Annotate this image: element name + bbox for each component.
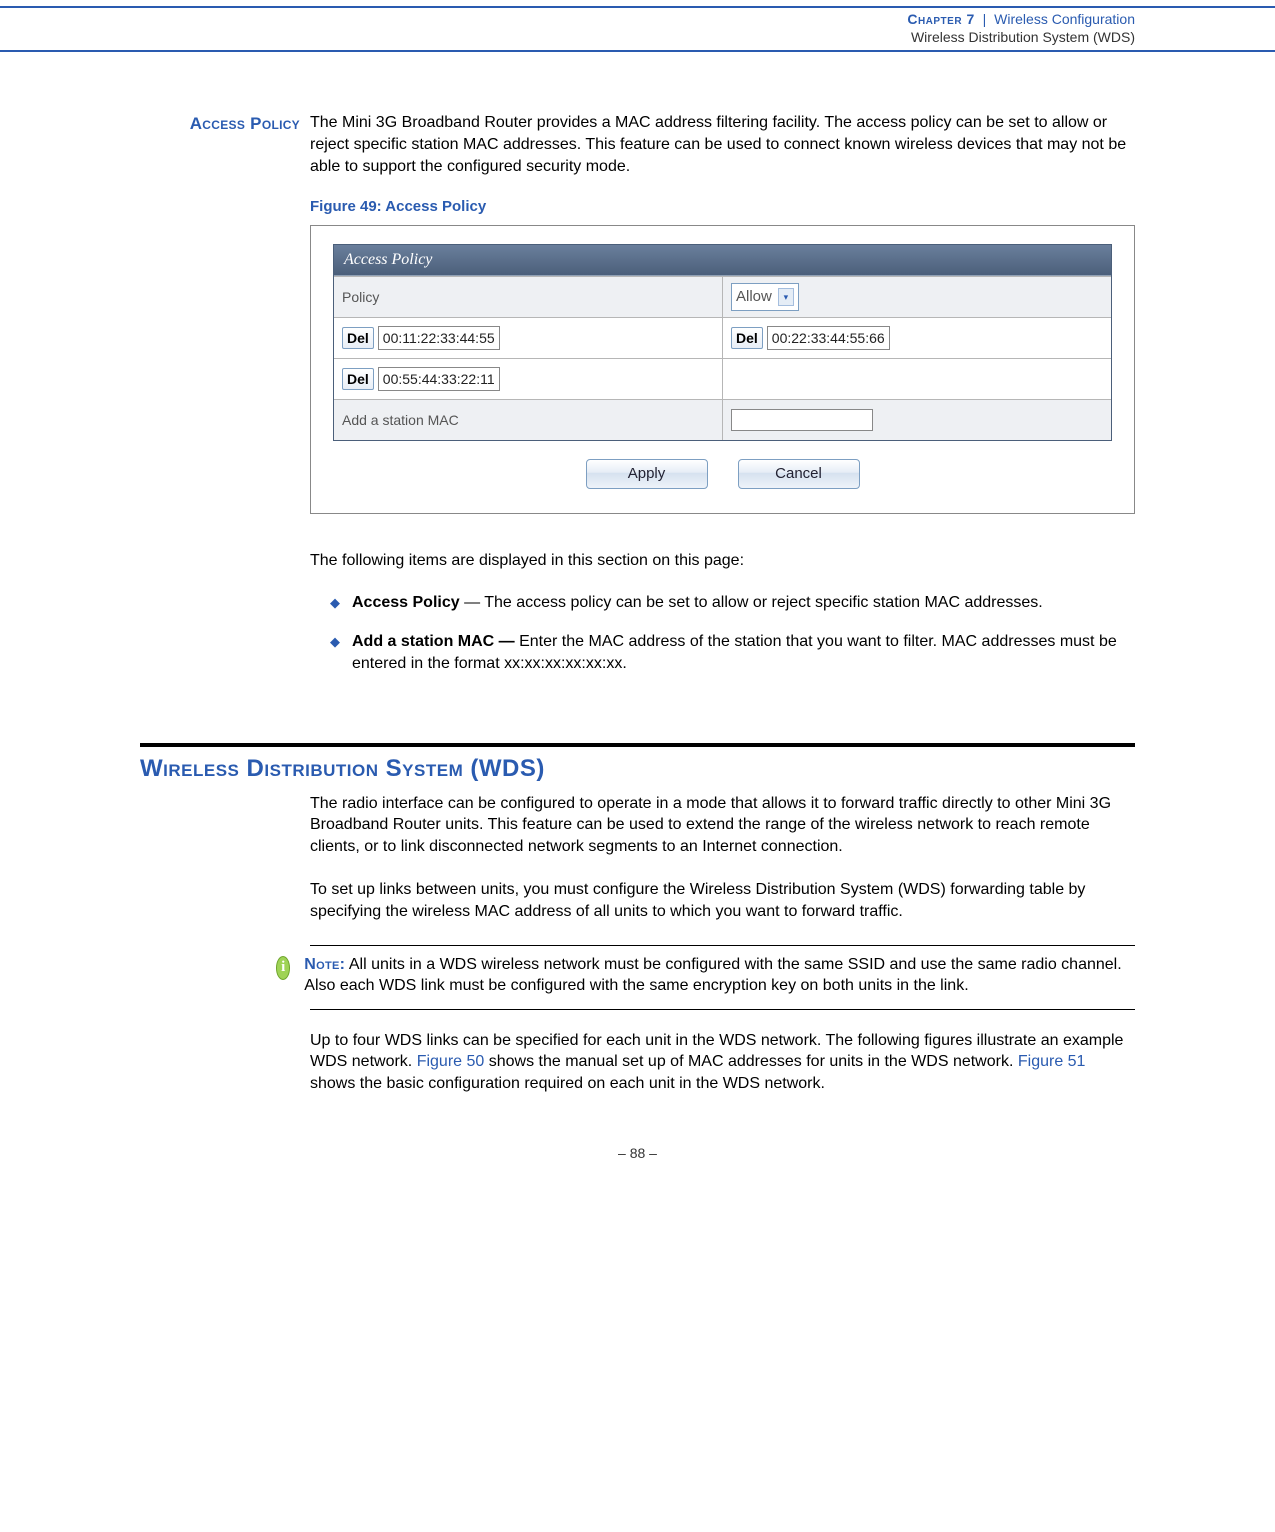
- figure-caption-49: Figure 49: Access Policy: [310, 197, 1135, 217]
- bullet-text-1: The access policy can be set to allow or…: [484, 594, 1042, 611]
- add-station-input[interactable]: [731, 409, 873, 431]
- chevron-down-icon: ▾: [778, 288, 794, 306]
- policy-select-value: Allow: [736, 287, 772, 307]
- wds-p3c: shows the basic configuration required o…: [310, 1075, 825, 1092]
- section-heading-wds: Wireless Distribution System (WDS): [140, 755, 1135, 783]
- figure-50-link[interactable]: Figure 50: [417, 1053, 485, 1070]
- cancel-button[interactable]: Cancel: [738, 459, 860, 489]
- wds-paragraph-1: The radio interface can be configured to…: [310, 793, 1135, 858]
- mac-entry-3: 00:55:44:33:22:11: [378, 367, 500, 392]
- bullet-head-2: Add a station MAC —: [352, 633, 519, 650]
- chapter-label: Chapter 7: [907, 11, 974, 27]
- add-station-label: Add a station MAC: [334, 400, 722, 440]
- header-subtitle: Wireless Distribution System (WDS): [0, 28, 1135, 46]
- header-topic: Wireless Configuration: [994, 11, 1135, 27]
- note-bottom-rule: [310, 1009, 1135, 1010]
- figure-51-link[interactable]: Figure 51: [1018, 1053, 1086, 1070]
- section-divider: [140, 743, 1135, 747]
- diamond-bullet-icon: ◆: [310, 631, 352, 648]
- policy-select[interactable]: Allow ▾: [731, 283, 799, 311]
- delete-button-3[interactable]: Del: [342, 368, 374, 391]
- mac-entry-2: 00:22:33:44:55:66: [767, 326, 890, 351]
- policy-label: Policy: [334, 277, 722, 317]
- panel-title: Access Policy: [334, 245, 1111, 276]
- wds-paragraph-2: To set up links between units, you must …: [310, 879, 1135, 922]
- bullet-head-1: Access Policy: [352, 594, 460, 611]
- figure-49-screenshot: Access Policy Policy Allow ▾: [310, 225, 1135, 514]
- info-icon: i: [276, 956, 290, 980]
- wds-paragraph-3: Up to four WDS links can be specified fo…: [310, 1030, 1135, 1095]
- access-policy-intro: The Mini 3G Broadband Router provides a …: [310, 112, 1135, 177]
- header-separator: |: [979, 11, 991, 27]
- apply-button[interactable]: Apply: [586, 459, 708, 489]
- bullet-access-policy: ◆ Access Policy — The access policy can …: [310, 592, 1135, 614]
- note-label: Note:: [304, 956, 345, 973]
- note-text: Note: All units in a WDS wireless networ…: [304, 954, 1135, 997]
- section-label-access-policy: Access Policy: [140, 112, 300, 134]
- delete-button-1[interactable]: Del: [342, 327, 374, 350]
- bullet-add-station-mac: ◆ Add a station MAC — Enter the MAC addr…: [310, 631, 1135, 674]
- note-top-rule: [310, 945, 1135, 946]
- page-header: Chapter 7 | Wireless Configuration Wirel…: [0, 6, 1275, 52]
- diamond-bullet-icon: ◆: [310, 592, 352, 609]
- delete-button-2[interactable]: Del: [731, 327, 763, 350]
- mac-entry-1: 00:11:22:33:44:55: [378, 326, 500, 351]
- page-number: – 88 –: [0, 1145, 1275, 1161]
- note-body: All units in a WDS wireless network must…: [304, 956, 1121, 995]
- items-intro: The following items are displayed in thi…: [310, 550, 1135, 572]
- bullet-sep-1: —: [460, 594, 485, 611]
- wds-p3b: shows the manual set up of MAC addresses…: [484, 1053, 1018, 1070]
